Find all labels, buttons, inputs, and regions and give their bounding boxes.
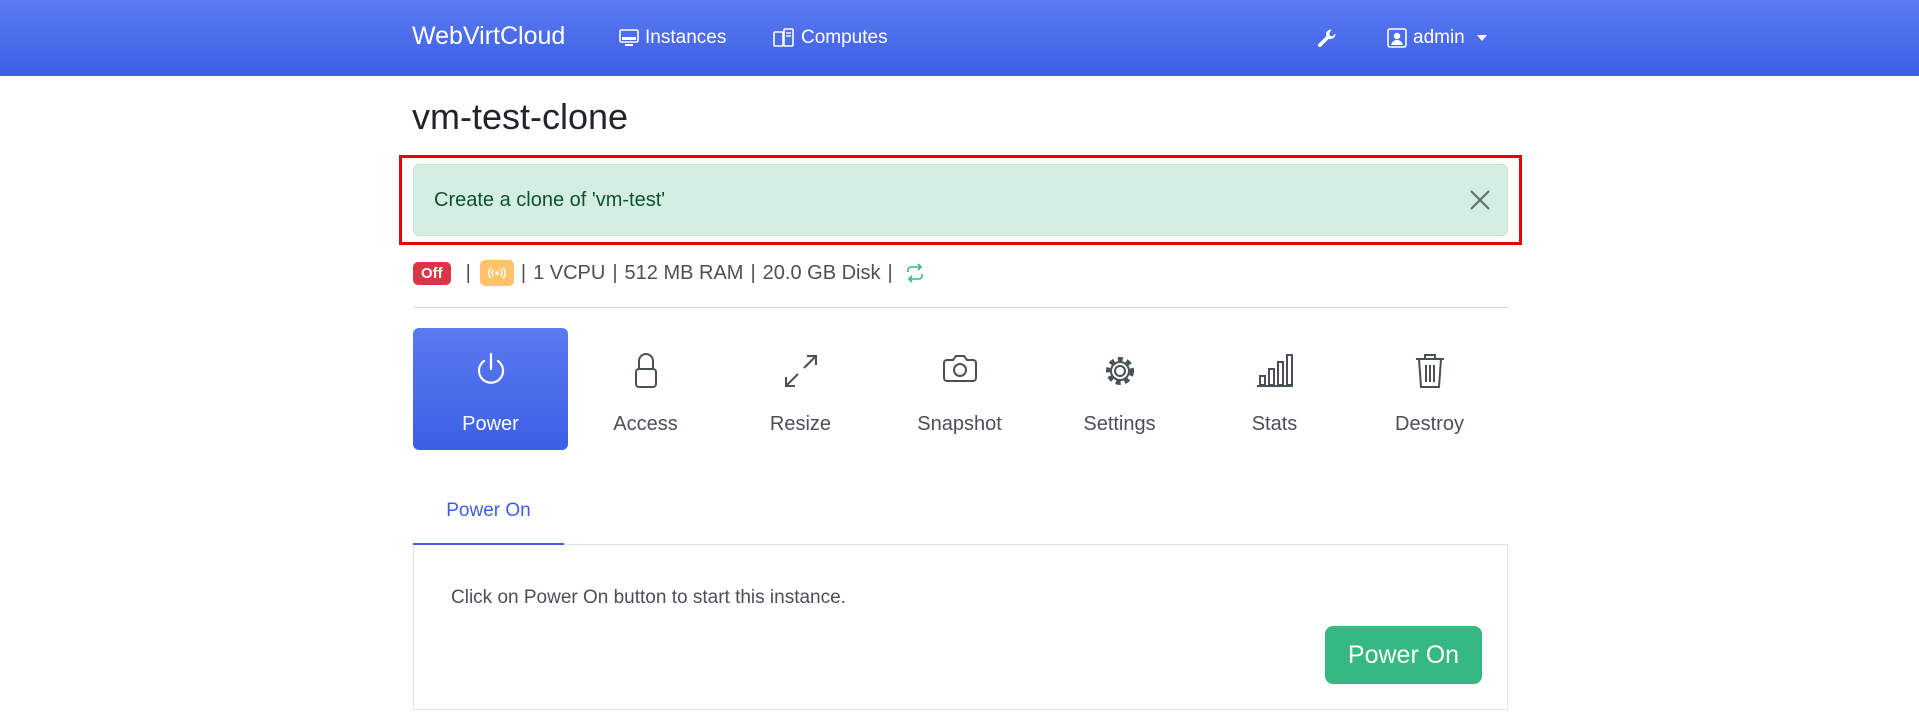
user-menu-label: admin xyxy=(1413,27,1465,48)
top-navbar: WebVirtCloud Instances Computes admin xyxy=(0,0,1919,76)
separator: | xyxy=(520,261,527,284)
action-access[interactable]: Access xyxy=(568,328,723,450)
ram-size: 512 MB RAM xyxy=(624,261,744,284)
tab-power-on-label: Power On xyxy=(446,500,531,521)
refresh-icon[interactable] xyxy=(904,263,926,283)
tab-power-on[interactable]: Power On xyxy=(413,486,564,545)
camera-icon xyxy=(882,352,1037,392)
action-access-label: Access xyxy=(613,413,678,435)
power-on-button[interactable]: Power On xyxy=(1325,626,1482,684)
action-resize-label: Resize xyxy=(769,413,832,435)
nav-computes-label: Computes xyxy=(801,27,888,48)
instance-status-bar: Off | | 1 VCPU | 512 MB RAM | 20.0 GB Di… xyxy=(413,259,926,287)
brand-logo[interactable]: WebVirtCloud xyxy=(412,22,565,51)
nav-instances-label: Instances xyxy=(645,27,727,48)
action-settings-label: Settings xyxy=(1083,413,1156,435)
broadcast-icon[interactable] xyxy=(479,260,514,286)
power-icon xyxy=(413,352,568,392)
action-destroy-label: Destroy xyxy=(1395,413,1464,435)
action-settings[interactable]: Settings xyxy=(1042,328,1197,450)
vcpu-count: 1 VCPU xyxy=(533,261,606,284)
separator: | xyxy=(465,261,471,284)
wrench-icon[interactable] xyxy=(1316,27,1338,54)
action-stats[interactable]: Stats xyxy=(1197,328,1352,450)
user-menu-dropdown[interactable]: admin xyxy=(1387,27,1487,49)
action-snapshot[interactable]: Snapshot xyxy=(882,328,1037,450)
close-icon[interactable] xyxy=(1467,187,1493,213)
gear-icon xyxy=(1042,352,1197,392)
action-snapshot-label: Snapshot xyxy=(917,413,1002,435)
action-power-label: Power xyxy=(462,413,519,435)
success-alert: Create a clone of 'vm-test' xyxy=(413,164,1508,236)
nav-computes[interactable]: Computes xyxy=(773,27,888,49)
action-destroy[interactable]: Destroy xyxy=(1352,328,1507,450)
disk-size: 20.0 GB Disk xyxy=(762,261,881,284)
action-power[interactable]: Power xyxy=(413,328,568,450)
separator: | xyxy=(887,261,893,284)
power-on-description: Click on Power On button to start this i… xyxy=(451,587,846,608)
page-title: vm-test-clone xyxy=(412,96,629,137)
lock-icon xyxy=(568,352,723,392)
chevron-down-icon xyxy=(1476,35,1487,41)
separator: | xyxy=(612,261,618,284)
power-state-badge: Off xyxy=(413,261,451,285)
user-icon xyxy=(1387,28,1407,48)
bar-chart-icon xyxy=(1197,352,1352,392)
monitor-icon xyxy=(619,29,639,47)
arrows-expand-icon xyxy=(723,352,878,392)
trash-icon xyxy=(1352,352,1507,392)
alert-message: Create a clone of 'vm-test' xyxy=(434,189,666,211)
action-resize[interactable]: Resize xyxy=(723,328,878,450)
action-stats-label: Stats xyxy=(1251,413,1298,435)
nav-instances[interactable]: Instances xyxy=(619,27,726,49)
separator: | xyxy=(750,261,756,284)
server-icon xyxy=(773,28,795,48)
power-on-panel: Click on Power On button to start this i… xyxy=(413,545,1508,710)
section-divider xyxy=(413,307,1508,308)
